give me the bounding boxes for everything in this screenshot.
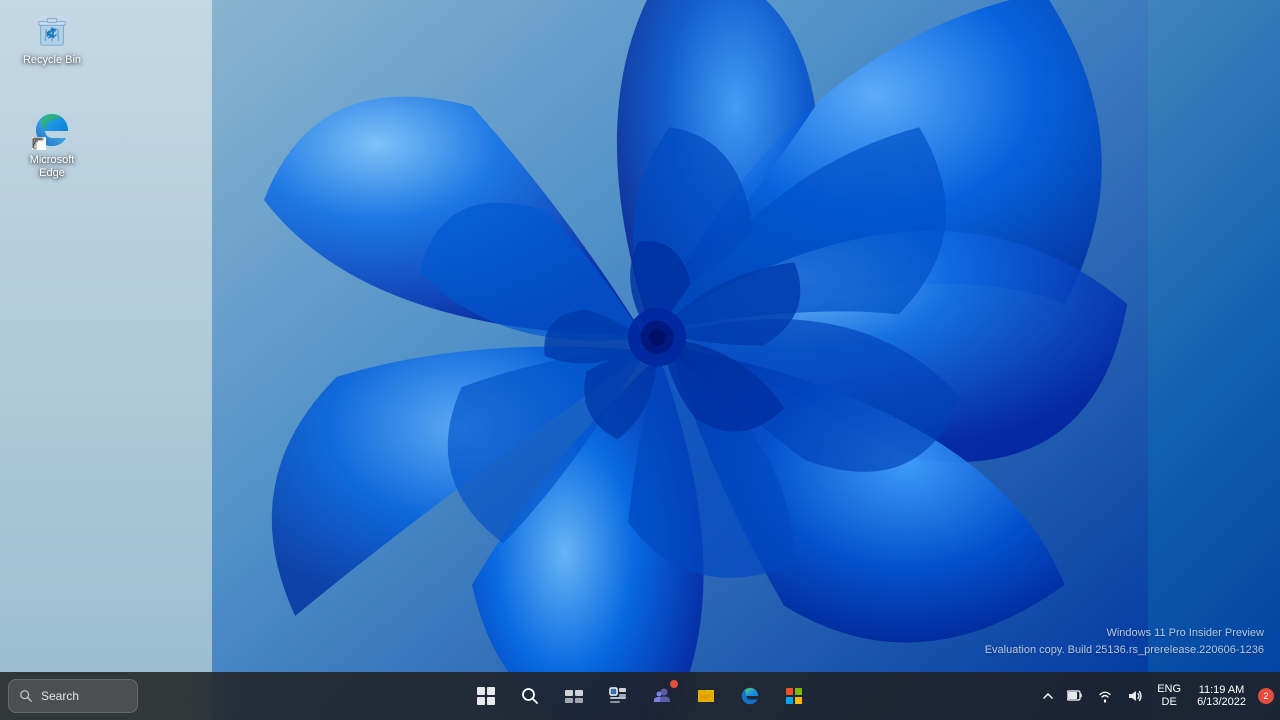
- chevron-up-icon: [1043, 691, 1053, 701]
- taskbar-center: [466, 676, 814, 716]
- battery-indicator[interactable]: [1061, 676, 1089, 716]
- lang-bottom: DE: [1162, 696, 1177, 709]
- recycle-bin-image: [32, 10, 72, 50]
- edge-label: MicrosoftEdge: [30, 154, 75, 180]
- desktop-wallpaper: [180, 0, 1280, 720]
- system-tray: ENG DE 11:19 AM 6/13/2022 2: [1037, 672, 1280, 720]
- desktop: Recycle Bin: [0, 0, 1280, 720]
- task-view-button[interactable]: [554, 676, 594, 716]
- search-icon: [19, 689, 33, 703]
- volume-indicator[interactable]: [1121, 676, 1149, 716]
- taskbar: Search: [0, 672, 1280, 720]
- teams-notification-dot: [670, 680, 678, 688]
- edge-image: [32, 110, 72, 150]
- microsoft-edge-icon[interactable]: MicrosoftEdge: [12, 110, 92, 180]
- search-bar[interactable]: Search: [8, 679, 138, 713]
- edge-taskbar-button[interactable]: [730, 676, 770, 716]
- recycle-bin-label: Recycle Bin: [23, 54, 81, 67]
- notification-button[interactable]: 2: [1258, 688, 1274, 704]
- battery-icon: [1067, 689, 1083, 703]
- start-button[interactable]: [466, 676, 506, 716]
- network-icon: [1097, 688, 1113, 704]
- recycle-bin-icon[interactable]: Recycle Bin: [12, 10, 92, 67]
- language-indicator[interactable]: ENG DE: [1151, 676, 1187, 716]
- date-display: 6/13/2022: [1197, 696, 1246, 708]
- clock[interactable]: 11:19 AM 6/13/2022: [1189, 676, 1254, 716]
- lang-top: ENG: [1157, 683, 1181, 696]
- notification-count: 2: [1263, 691, 1268, 701]
- network-indicator[interactable]: [1091, 676, 1119, 716]
- teams-button[interactable]: [642, 676, 682, 716]
- file-explorer-button[interactable]: [686, 676, 726, 716]
- time-display: 11:19 AM: [1199, 684, 1245, 696]
- widgets-button[interactable]: [598, 676, 638, 716]
- volume-icon: [1127, 688, 1143, 704]
- store-button[interactable]: [774, 676, 814, 716]
- taskbar-search-button[interactable]: [510, 676, 550, 716]
- search-label: Search: [41, 689, 79, 703]
- show-hidden-icons-button[interactable]: [1037, 676, 1059, 716]
